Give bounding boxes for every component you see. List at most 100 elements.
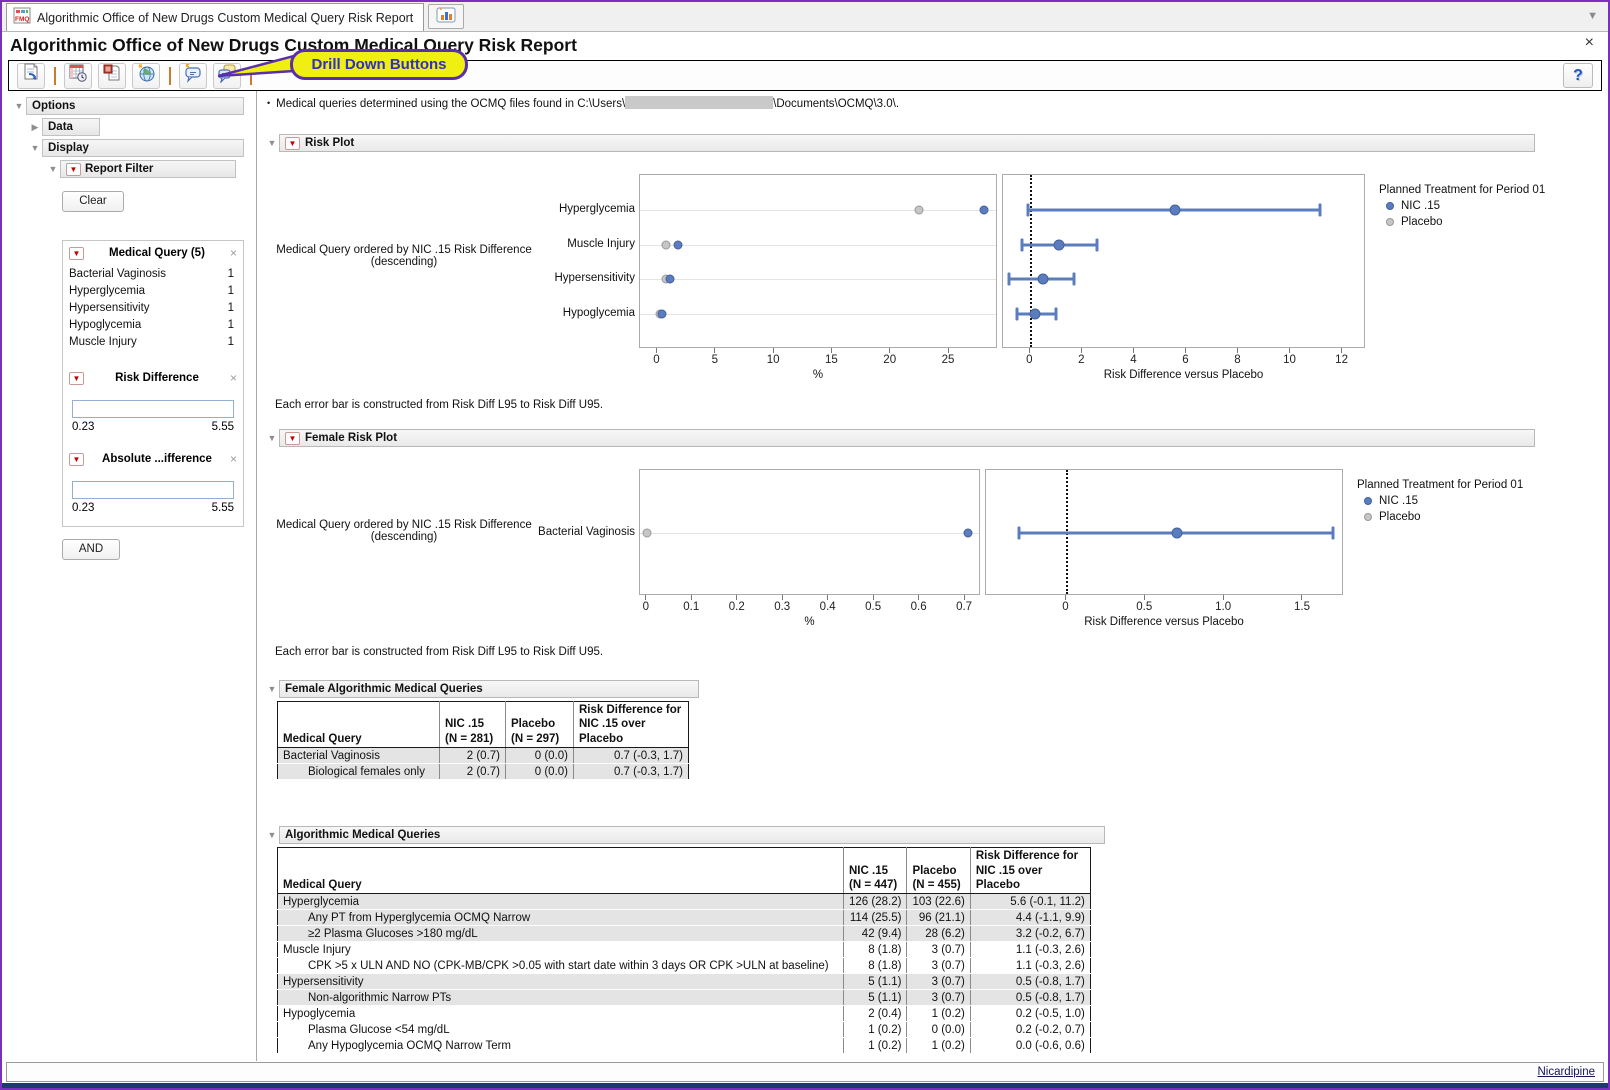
algorithmic-table-header-bar[interactable]: Algorithmic Medical Queries — [279, 826, 1105, 844]
legend-item[interactable]: NIC .15 — [1357, 495, 1523, 507]
value-cell: 1.1 (-0.3, 2.6) — [970, 958, 1090, 974]
risk-difference-point[interactable] — [1030, 309, 1041, 320]
tab-chart[interactable] — [428, 4, 464, 29]
red-triangle-menu-icon[interactable]: ▼ — [66, 163, 81, 176]
remove-filter-icon[interactable]: × — [230, 371, 237, 385]
data-point-placebo[interactable] — [661, 240, 670, 249]
medical-query-list-item[interactable]: Hypoglycemia1 — [63, 316, 243, 333]
algorithmic-table-disclosure-icon[interactable]: ▼ — [265, 830, 279, 840]
female-table-header-bar[interactable]: Female Algorithmic Medical Queries — [279, 680, 699, 698]
drug-link[interactable]: Nicardipine — [1537, 1066, 1595, 1078]
medical-query-count: 1 — [228, 285, 234, 297]
medical-query-list-item[interactable]: Hyperglycemia1 — [63, 282, 243, 299]
red-triangle-menu-icon[interactable]: ▼ — [69, 453, 84, 466]
table-row[interactable]: ≥2 Plasma Glucoses >180 mg/dL42 (9.4)28 … — [278, 926, 1091, 942]
help-button[interactable]: ? — [1563, 63, 1593, 88]
table-row[interactable]: Bacterial Vaginosis2 (0.7)0 (0.0)0.7 (-0… — [278, 748, 689, 764]
legend-item[interactable]: Placebo — [1357, 511, 1523, 523]
risk-difference-point[interactable] — [1172, 528, 1183, 539]
risk-difference-point[interactable] — [1038, 274, 1049, 285]
display-disclosure-icon[interactable]: ▼ — [28, 143, 42, 153]
column-header: NIC .15(N = 447) — [844, 848, 907, 894]
table-row[interactable]: Plasma Glucose <54 mg/dL1 (0.2)0 (0.0)0.… — [278, 1022, 1091, 1038]
sidebar-node-display[interactable]: Display — [42, 139, 244, 157]
remove-filter-icon[interactable]: × — [230, 246, 237, 260]
absolute-difference-range-slider[interactable] — [72, 481, 234, 499]
data-point-nic15[interactable] — [658, 310, 667, 319]
and-button[interactable]: AND — [62, 539, 120, 560]
medical-query-count: 1 — [228, 268, 234, 280]
error-bar-cap — [1319, 203, 1322, 216]
table-row[interactable]: Hyperglycemia126 (28.2)103 (22.6)5.6 (-0… — [278, 894, 1091, 910]
error-bar-cap — [1073, 273, 1076, 286]
value-cell: 8 (1.8) — [844, 942, 907, 958]
publish-web-button[interactable] — [132, 63, 160, 89]
report-filter-disclosure-icon[interactable]: ▼ — [46, 164, 60, 174]
close-icon[interactable]: × — [1585, 34, 1594, 52]
data-point-placebo[interactable] — [642, 529, 651, 538]
table-row[interactable]: Any Hypoglycemia OCMQ Narrow Term1 (0.2)… — [278, 1038, 1091, 1054]
risk-difference-point[interactable] — [1170, 204, 1181, 215]
tick-label: 1.0 — [1215, 601, 1231, 613]
data-table-button[interactable] — [64, 63, 92, 89]
value-cell: 1 (0.2) — [844, 1038, 907, 1054]
comment-new-button[interactable] — [179, 63, 207, 89]
risk-difference-point[interactable] — [1053, 239, 1064, 250]
report-table: Medical QueryNIC .15(N = 281)Placebo(N =… — [277, 701, 689, 780]
value-cell: 96 (21.1) — [907, 910, 970, 926]
table-row[interactable]: Any PT from Hyperglycemia OCMQ Narrow114… — [278, 910, 1091, 926]
risk-difference-panel — [1002, 174, 1365, 348]
tick-label: 20 — [883, 354, 896, 366]
red-triangle-menu-icon[interactable]: ▼ — [69, 372, 84, 385]
medical-query-list-item[interactable]: Muscle Injury1 — [63, 333, 243, 350]
clear-button[interactable]: Clear — [62, 191, 124, 212]
column-header: Placebo(N = 297) — [506, 702, 574, 748]
remove-filter-icon[interactable]: × — [230, 452, 237, 466]
data-point-nic15[interactable] — [980, 205, 989, 214]
data-point-nic15[interactable] — [963, 529, 972, 538]
table-row[interactable]: Hypoglycemia2 (0.4)1 (0.2)0.2 (-0.5, 1.0… — [278, 1006, 1091, 1022]
sidebar-node-options[interactable]: Options — [26, 97, 244, 115]
table-row[interactable]: Muscle Injury8 (1.8)3 (0.7)1.1 (-0.3, 2.… — [278, 942, 1091, 958]
sidebar-node-data[interactable]: Data — [42, 118, 100, 136]
legend-label: NIC .15 — [1401, 200, 1440, 212]
value-cell: 8 (1.8) — [844, 958, 907, 974]
tab-report[interactable]: FMQ Algorithmic Office of New Drugs Cust… — [6, 3, 424, 31]
female-risk-plot-header-bar[interactable]: ▼ Female Risk Plot — [279, 429, 1535, 447]
female-risk-plot-disclosure-icon[interactable]: ▼ — [265, 433, 279, 443]
error-bar-cap — [1016, 308, 1019, 321]
data-point-nic15[interactable] — [666, 275, 675, 284]
data-point-placebo[interactable] — [915, 205, 924, 214]
medical-query-list-item[interactable]: Hypersensitivity1 — [63, 299, 243, 316]
red-triangle-menu-icon[interactable]: ▼ — [285, 137, 300, 150]
table-row[interactable]: Biological females only2 (0.7)0 (0.0)0.7… — [278, 764, 689, 780]
options-disclosure-icon[interactable]: ▼ — [12, 101, 26, 111]
comment-new-icon — [183, 63, 203, 88]
tab-list-chevron-icon[interactable]: ▼ — [1587, 10, 1598, 22]
risk-plot-header-bar[interactable]: ▼ Risk Plot — [279, 134, 1535, 152]
data-disclosure-icon[interactable]: ▶ — [28, 122, 42, 133]
risk-difference-range-slider[interactable] — [72, 400, 234, 418]
red-triangle-menu-icon[interactable]: ▼ — [69, 247, 84, 260]
table-row[interactable]: CPK >5 x ULN AND NO (CPK-MB/CPK >0.05 wi… — [278, 958, 1091, 974]
red-triangle-menu-icon[interactable]: ▼ — [285, 432, 300, 445]
category-label: Hypersensitivity — [554, 272, 635, 284]
legend-item[interactable]: Placebo — [1379, 216, 1545, 228]
risk-plot-disclosure-icon[interactable]: ▼ — [265, 138, 279, 148]
tick-label: 1.5 — [1294, 601, 1310, 613]
medical-query-list-item[interactable]: Bacterial Vaginosis1 — [63, 265, 243, 282]
legend-title: Planned Treatment for Period 01 — [1379, 184, 1545, 196]
data-point-nic15[interactable] — [674, 240, 683, 249]
copy-image-button[interactable] — [98, 63, 126, 89]
sidebar-node-report-filter[interactable]: ▼ Report Filter — [60, 160, 236, 178]
tick-label: 10 — [1283, 354, 1296, 366]
table-row[interactable]: Non-algorithmic Narrow PTs5 (1.1)3 (0.7)… — [278, 990, 1091, 1006]
table-row[interactable]: Hypersensitivity5 (1.1)3 (0.7)0.5 (-0.8,… — [278, 974, 1091, 990]
value-cell: 28 (6.2) — [907, 926, 970, 942]
data-table-icon — [68, 63, 88, 88]
percent-panel — [639, 469, 980, 595]
legend-item[interactable]: NIC .15 — [1379, 200, 1545, 212]
export-report-button[interactable] — [17, 63, 45, 89]
algorithmic-table-section-header: ▼ Algorithmic Medical Queries — [265, 826, 1606, 844]
female-table-disclosure-icon[interactable]: ▼ — [265, 684, 279, 694]
